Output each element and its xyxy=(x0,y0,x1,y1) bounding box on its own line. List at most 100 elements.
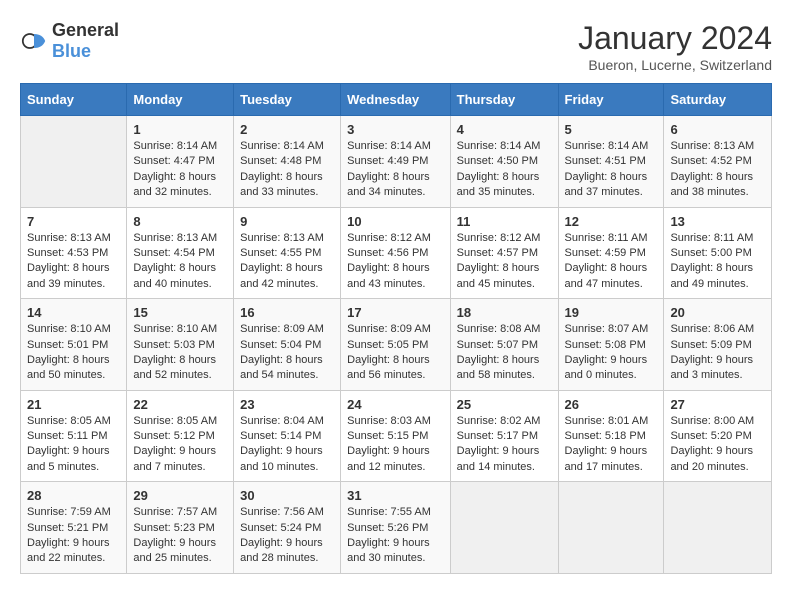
calendar-cell: 22Sunrise: 8:05 AMSunset: 5:12 PMDayligh… xyxy=(127,390,234,482)
cell-daylight: Daylight: 8 hours and 45 minutes. xyxy=(457,261,552,292)
cell-sunset: Sunset: 4:56 PM xyxy=(347,246,444,261)
calendar-cell: 2Sunrise: 8:14 AMSunset: 4:48 PMDaylight… xyxy=(234,116,341,208)
cell-sunrise: Sunrise: 8:02 AM xyxy=(457,414,552,429)
calendar-cell xyxy=(664,482,772,574)
calendar-week-row: 28Sunrise: 7:59 AMSunset: 5:21 PMDayligh… xyxy=(21,482,772,574)
cell-daylight: Daylight: 8 hours and 37 minutes. xyxy=(565,170,658,201)
day-number: 18 xyxy=(457,305,552,320)
cell-sunrise: Sunrise: 8:05 AM xyxy=(133,414,227,429)
header-sunday: Sunday xyxy=(21,84,127,116)
calendar-week-row: 1 Sunrise: 8:14 AM Sunset: 4:47 PM Daylight… xyxy=(21,116,772,208)
header-monday: Monday xyxy=(127,84,234,116)
calendar-cell: 5Sunrise: 8:14 AMSunset: 4:51 PMDaylight… xyxy=(558,116,664,208)
header-friday: Friday xyxy=(558,84,664,116)
day-number: 3 xyxy=(347,122,444,137)
cell-sunrise: Sunrise: 8:13 AM xyxy=(27,231,120,246)
cell-daylight: Daylight: 8 hours and 52 minutes. xyxy=(133,353,227,384)
cell-daylight: Daylight: 8 hours and 34 minutes. xyxy=(347,170,444,201)
cell-daylight: Daylight: 8 hours and 58 minutes. xyxy=(457,353,552,384)
cell-daylight: Daylight: 9 hours and 5 minutes. xyxy=(27,444,120,475)
cell-sunset: Sunset: 4:47 PM xyxy=(133,154,227,169)
day-number: 21 xyxy=(27,397,120,412)
cell-sunset: Sunset: 5:09 PM xyxy=(670,338,765,353)
day-number: 8 xyxy=(133,214,227,229)
calendar-cell: 12Sunrise: 8:11 AMSunset: 4:59 PMDayligh… xyxy=(558,207,664,299)
cell-daylight: Daylight: 9 hours and 0 minutes. xyxy=(565,353,658,384)
cell-sunset: Sunset: 5:01 PM xyxy=(27,338,120,353)
calendar-cell: 1Sunrise: 8:14 AMSunset: 4:47 PMDaylight… xyxy=(127,116,234,208)
logo-text: General Blue xyxy=(52,20,119,62)
calendar-cell: 24Sunrise: 8:03 AMSunset: 5:15 PMDayligh… xyxy=(341,390,451,482)
cell-sunset: Sunset: 5:23 PM xyxy=(133,521,227,536)
cell-sunset: Sunset: 5:15 PM xyxy=(347,429,444,444)
cell-sunset: Sunset: 5:03 PM xyxy=(133,338,227,353)
calendar-cell: 28Sunrise: 7:59 AMSunset: 5:21 PMDayligh… xyxy=(21,482,127,574)
cell-sunrise: Sunrise: 8:11 AM xyxy=(670,231,765,246)
calendar-cell: 3Sunrise: 8:14 AMSunset: 4:49 PMDaylight… xyxy=(341,116,451,208)
calendar-cell: 8Sunrise: 8:13 AMSunset: 4:54 PMDaylight… xyxy=(127,207,234,299)
logo-icon xyxy=(20,27,48,55)
cell-sunset: Sunset: 4:54 PM xyxy=(133,246,227,261)
cell-sunset: Sunset: 4:50 PM xyxy=(457,154,552,169)
calendar-cell: 26Sunrise: 8:01 AMSunset: 5:18 PMDayligh… xyxy=(558,390,664,482)
cell-sunrise: Sunrise: 7:57 AM xyxy=(133,505,227,520)
cell-daylight: Daylight: 9 hours and 12 minutes. xyxy=(347,444,444,475)
day-number: 31 xyxy=(347,488,444,503)
cell-daylight: Daylight: 9 hours and 10 minutes. xyxy=(240,444,334,475)
calendar-cell: 14 Sunrise: 8:10 AMSunset: 5:01 PMDayligh… xyxy=(21,299,127,391)
cell-daylight: Daylight: 8 hours and 50 minutes. xyxy=(27,353,120,384)
cell-sunrise: Sunrise: 8:11 AM xyxy=(565,231,658,246)
day-number: 30 xyxy=(240,488,334,503)
cell-daylight: Daylight: 8 hours and 56 minutes. xyxy=(347,353,444,384)
cell-daylight: Daylight: 9 hours and 30 minutes. xyxy=(347,536,444,567)
cell-daylight: Daylight: 8 hours and 42 minutes. xyxy=(240,261,334,292)
cell-sunrise: Sunrise: 8:14 AM xyxy=(457,139,552,154)
calendar-cell: 19Sunrise: 8:07 AMSunset: 5:08 PMDayligh… xyxy=(558,299,664,391)
calendar-cell: 6Sunrise: 8:13 AMSunset: 4:52 PMDaylight… xyxy=(664,116,772,208)
cell-sunset: Sunset: 4:53 PM xyxy=(27,246,120,261)
cell-sunrise: Sunrise: 8:09 AM xyxy=(347,322,444,337)
cell-daylight: Daylight: 9 hours and 7 minutes. xyxy=(133,444,227,475)
day-number: 17 xyxy=(347,305,444,320)
cell-sunrise: Sunrise: 8:00 AM xyxy=(670,414,765,429)
calendar-cell: 15Sunrise: 8:10 AMSunset: 5:03 PMDayligh… xyxy=(127,299,234,391)
day-number: 28 xyxy=(27,488,120,503)
calendar-cell: 30Sunrise: 7:56 AMSunset: 5:24 PMDayligh… xyxy=(234,482,341,574)
cell-sunrise: Sunrise: 8:08 AM xyxy=(457,322,552,337)
cell-sunset: Sunset: 5:18 PM xyxy=(565,429,658,444)
cell-daylight: Daylight: 9 hours and 14 minutes. xyxy=(457,444,552,475)
day-number: 13 xyxy=(670,214,765,229)
calendar-cell: 25Sunrise: 8:02 AMSunset: 5:17 PMDayligh… xyxy=(450,390,558,482)
cell-sunrise: Sunrise: 8:10 AM xyxy=(27,322,120,337)
day-number: 14 xyxy=(27,305,120,320)
cell-daylight: Daylight: 9 hours and 17 minutes. xyxy=(565,444,658,475)
cell-sunrise: Sunrise: 8:01 AM xyxy=(565,414,658,429)
cell-sunrise: Sunrise: 7:59 AM xyxy=(27,505,120,520)
month-year: January 2024 xyxy=(578,20,772,57)
calendar-week-row: 14Sunrise: 8:10 AMSunset: 5:01 PMDayligh… xyxy=(21,299,772,391)
calendar-cell: 31Sunrise: 7:55 AMSunset: 5:26 PMDayligh… xyxy=(341,482,451,574)
cell-sunset: Sunset: 5:24 PM xyxy=(240,521,334,536)
calendar-cell: 21Sunrise: 8:05 AMSunset: 5:11 PMDayligh… xyxy=(21,390,127,482)
calendar-cell: 27Sunrise: 8:00 AMSunset: 5:20 PMDayligh… xyxy=(664,390,772,482)
cell-sunset: Sunset: 5:04 PM xyxy=(240,338,334,353)
calendar-cell: 17Sunrise: 8:09 AMSunset: 5:05 PMDayligh… xyxy=(341,299,451,391)
cell-sunset: Sunset: 5:07 PM xyxy=(457,338,552,353)
day-number: 4 xyxy=(457,122,552,137)
day-number: 27 xyxy=(670,397,765,412)
day-number: 1 xyxy=(133,122,227,137)
cell-daylight: Daylight: 8 hours and 38 minutes. xyxy=(670,170,765,201)
cell-daylight: Daylight: 9 hours and 28 minutes. xyxy=(240,536,334,567)
calendar-cell: 18 Sunrise: 8:08 AMSunset: 5:07 PMDayligh… xyxy=(450,299,558,391)
day-number: 20 xyxy=(670,305,765,320)
cell-daylight: Daylight: 8 hours and 49 minutes. xyxy=(670,261,765,292)
cell-daylight: Daylight: 8 hours and 54 minutes. xyxy=(240,353,334,384)
header-wednesday: Wednesday xyxy=(341,84,451,116)
day-number: 5 xyxy=(565,122,658,137)
cell-sunrise: Sunrise: 8:06 AM xyxy=(670,322,765,337)
cell-sunrise: Sunrise: 8:12 AM xyxy=(457,231,552,246)
day-number: 9 xyxy=(240,214,334,229)
cell-sunset: Sunset: 5:20 PM xyxy=(670,429,765,444)
cell-daylight: Daylight: 8 hours and 40 minutes. xyxy=(133,261,227,292)
calendar-cell: 20Sunrise: 8:06 AMSunset: 5:09 PMDayligh… xyxy=(664,299,772,391)
